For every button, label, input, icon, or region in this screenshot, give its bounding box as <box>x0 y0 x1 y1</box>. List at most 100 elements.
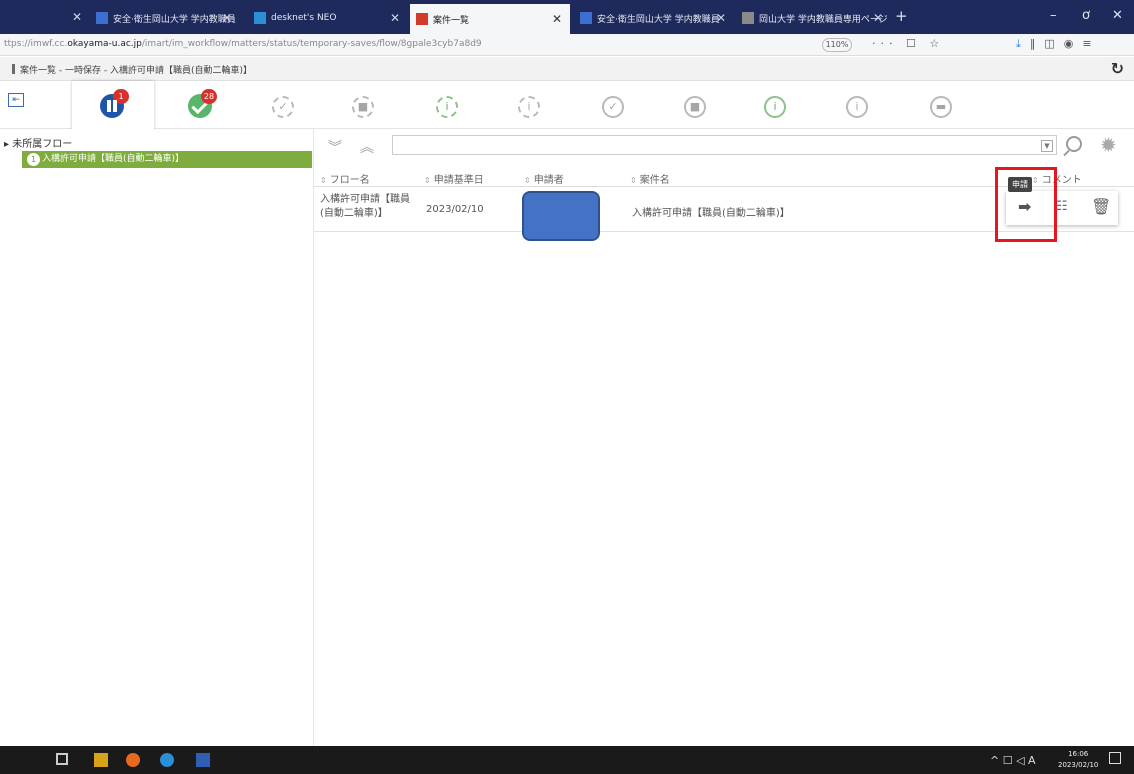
search-input[interactable] <box>392 135 1057 155</box>
breadcrumb-marker <box>12 64 15 74</box>
collapse-panel-button[interactable]: ⇤ <box>8 93 24 107</box>
tab-label: 案件一覧 <box>433 15 470 26</box>
expand-all-icon[interactable]: ︾ <box>328 137 342 157</box>
column-header-base-date[interactable]: ⇕ 申請基準日 <box>424 171 484 186</box>
workflow-favicon-icon <box>416 13 428 25</box>
tab-check-dashed-icon[interactable]: ✓ <box>272 96 294 118</box>
tree-item-count: 1 <box>27 153 40 166</box>
column-header-label: 申請者 <box>533 175 564 186</box>
sidebar-icon[interactable]: ◫ <box>1044 37 1063 50</box>
site-favicon-icon <box>96 12 108 24</box>
tab-temporary-save[interactable]: 1 <box>72 81 154 129</box>
edge-icon[interactable] <box>160 753 174 767</box>
search-row: ︾ ︽ ▼ ✹ <box>314 129 1134 163</box>
browser-tab[interactable]: 岡山大学 学内教職員専用ページ ✕ <box>736 6 891 30</box>
browser-tab-active[interactable]: 案件一覧 ✕ <box>410 4 570 34</box>
applicant-redaction <box>522 191 600 241</box>
file-explorer-icon[interactable] <box>94 753 108 767</box>
notification-icon[interactable] <box>1109 752 1121 764</box>
tree-item-label: 入構許可申請【職員(自動二輪車)】 <box>42 154 185 164</box>
tree-root[interactable]: ▸ 未所属フロー <box>4 135 72 150</box>
page-header: 案件一覧 - 一時保存 - 入構許可申請【職員(自動二輪車)】 ↻ <box>0 57 1134 81</box>
clock-time: 16:06 <box>1068 750 1089 758</box>
trash-icon[interactable]: 🗑 <box>1091 197 1111 216</box>
tab-label: 安全·衛生岡山大学 学内教職員 <box>597 14 720 25</box>
url-field[interactable]: ttps://imwf.cc.okayama-u.ac.jp/imart/im_… <box>4 39 482 49</box>
cell-base-date: 2023/02/10 <box>426 204 484 215</box>
column-header-label: 案件名 <box>639 175 670 186</box>
library-icon[interactable]: ‖ <box>1030 37 1045 50</box>
menu-icon[interactable]: ≡ <box>1082 37 1100 50</box>
tab-folder-icon[interactable]: ▬ <box>930 96 952 118</box>
column-header-applicant[interactable]: ⇕ 申請者 <box>524 171 564 186</box>
search-icon[interactable] <box>1066 136 1082 152</box>
highlight-box <box>995 167 1057 242</box>
cell-flow-name: 入構許可申請【職員(自動二輪車)】 <box>320 194 410 219</box>
browser-tab[interactable]: 安全·衛生岡山大学 学内教職員 ✕ <box>574 6 734 30</box>
tab-close-icon[interactable]: ✕ <box>72 10 82 24</box>
count-badge: 1 <box>113 89 129 104</box>
address-bar: ttps://imwf.cc.okayama-u.ac.jp/imart/im_… <box>0 34 1134 56</box>
windows-taskbar: ^ ☐ ◁ A 16:06 2023/02/10 <box>0 746 1134 774</box>
download-icon[interactable]: ⤓ <box>1016 37 1030 50</box>
breadcrumb: 案件一覧 - 一時保存 - 入構許可申請【職員(自動二輪車)】 <box>20 66 252 76</box>
gear-icon[interactable]: ✹ <box>1100 133 1117 157</box>
matter-list-panel: ︾ ︽ ▼ ✹ ⇕ フロー名 ⇕ 申請基準日 ⇕ 申請者 ⇕ 案件名 ⇕ コメント 入構許… <box>313 129 1134 746</box>
tab-stop-icon[interactable]: ■ <box>684 96 706 118</box>
tree-root-label: 未所属フロー <box>12 139 73 150</box>
tab-info-icon[interactable]: i <box>846 96 868 118</box>
search-dropdown-icon[interactable]: ▼ <box>1041 140 1053 152</box>
tab-check-icon[interactable]: ✓ <box>602 96 624 118</box>
minimize-icon[interactable]: – <box>1050 8 1057 23</box>
browser-tab[interactable]: desknet's NEO ✕ <box>248 6 408 30</box>
page-actions-icon[interactable]: ··· ☐ ☆ <box>872 37 944 50</box>
firefox-icon[interactable] <box>126 753 140 767</box>
tab-label: 岡山大学 学内教職員専用ページ <box>759 14 888 25</box>
count-badge: 28 <box>201 89 217 104</box>
window-close-icon[interactable]: ✕ <box>1112 8 1123 23</box>
column-header-flow-name[interactable]: ⇕ フロー名 <box>320 171 370 186</box>
tab-close-icon[interactable]: ✕ <box>716 11 726 25</box>
column-header-label: フロー名 <box>329 175 370 186</box>
tab-close-icon[interactable]: ✕ <box>390 11 400 25</box>
column-header-label: 申請基準日 <box>433 175 484 186</box>
zoom-level[interactable]: 110% <box>822 38 852 52</box>
restore-icon[interactable]: ơ <box>1082 8 1090 23</box>
task-view-icon[interactable] <box>56 753 68 765</box>
tab-close-icon[interactable]: ✕ <box>552 12 562 26</box>
system-tray[interactable]: ^ ☐ ◁ A <box>990 754 1036 767</box>
tab-info-dashed-icon[interactable]: i <box>436 96 458 118</box>
reload-icon[interactable]: ↻ <box>1111 59 1124 78</box>
url-domain: okayama-u.ac.jp <box>67 39 142 49</box>
column-header-matter-name[interactable]: ⇕ 案件名 <box>630 171 670 186</box>
tab-label: 安全·衛生岡山大学 学内教職員 <box>113 14 236 25</box>
pause-icon: 1 <box>100 89 129 118</box>
tab-close-icon[interactable]: ✕ <box>222 11 232 25</box>
ime-indicator[interactable]: A <box>1028 754 1036 767</box>
app-icon[interactable] <box>196 753 210 767</box>
tab-info-dashed-icon[interactable]: i <box>518 96 540 118</box>
new-tab-icon[interactable]: + <box>895 7 908 25</box>
taskbar-clock[interactable]: 16:06 2023/02/10 <box>1058 749 1098 771</box>
url-prefix: ttps://imwf.cc. <box>4 39 68 49</box>
site-favicon-icon <box>742 12 754 24</box>
clock-date: 2023/02/10 <box>1058 761 1099 769</box>
tab-info-icon[interactable]: i <box>764 96 786 118</box>
desknets-favicon-icon <box>254 12 266 24</box>
status-toolbar: ⇤ 1 28 ✓ ■ i i ✓ ■ i i ▬ <box>0 81 1134 129</box>
tab-stop-dashed-icon[interactable]: ■ <box>352 96 374 118</box>
browser-tab-strip: ✕ 安全·衛生岡山大学 学内教職員 ✕ desknet's NEO ✕ 案件一覧… <box>0 0 1134 34</box>
collapse-all-icon[interactable]: ︽ <box>360 137 374 157</box>
flow-tree: ▸ 未所属フロー 1 入構許可申請【職員(自動二輪車)】 <box>0 129 312 746</box>
cell-matter-name: 入構許可申請【職員(自動二輪車)】 <box>632 208 790 219</box>
browser-toolbar: ⤓‖◫◉≡ <box>1016 37 1101 51</box>
flow-route-icon[interactable]: ☷ <box>1056 199 1068 214</box>
site-favicon-icon <box>580 12 592 24</box>
tab-processed-check-icon[interactable]: 28 <box>188 89 217 118</box>
extension-icon[interactable]: ◉ <box>1064 37 1083 50</box>
tree-item-flow[interactable]: 1 入構許可申請【職員(自動二輪車)】 <box>22 151 312 168</box>
tab-close-icon[interactable]: ✕ <box>873 11 883 25</box>
tab-label: desknet's NEO <box>271 13 337 23</box>
browser-tab[interactable]: 安全·衛生岡山大学 学内教職員 ✕ <box>90 6 240 30</box>
url-path: /imart/im_workflow/matters/status/tempor… <box>141 39 482 49</box>
